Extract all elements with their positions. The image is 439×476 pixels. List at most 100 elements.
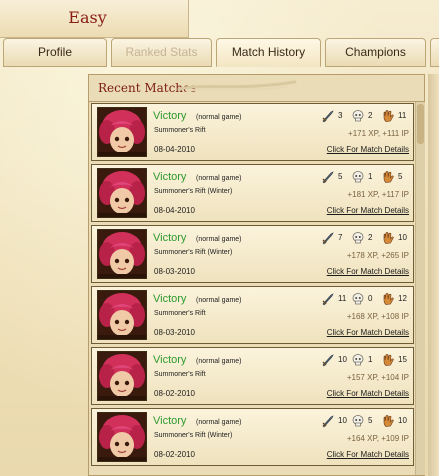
hand-icon (383, 293, 394, 305)
sword-icon (322, 232, 334, 245)
champion-portrait (97, 168, 147, 218)
match-details-link[interactable]: Click For Match Details (327, 450, 409, 459)
match-row: Victory (normal game) Summoner's Rift 08… (91, 286, 414, 344)
assists-stat: 10 (381, 414, 409, 428)
profile-tabs: Profile Ranked Stats Match History Champ… (0, 37, 439, 69)
deaths-stat: 2 (351, 109, 379, 123)
sword-icon (322, 354, 334, 367)
tab-profile[interactable]: Profile (3, 38, 107, 67)
match-details-link[interactable]: Click For Match Details (327, 389, 409, 398)
match-reward: +171 XP, +111 IP (348, 129, 409, 138)
kills-count: 7 (338, 233, 343, 242)
match-reward: +168 XP, +108 IP (346, 312, 409, 321)
match-row: Victory (normal game) Summoner's Rift (W… (91, 164, 414, 222)
match-map: Summoner's Rift (Winter) (154, 188, 233, 195)
match-result: Victory (153, 354, 187, 366)
match-details-link[interactable]: Click For Match Details (327, 328, 409, 337)
match-date: 08-03-2010 (154, 267, 195, 276)
skull-icon (352, 110, 364, 122)
match-stats: 11 0 12 (321, 292, 409, 306)
match-date: 08-04-2010 (154, 145, 195, 154)
assists-count: 11 (398, 111, 407, 120)
skull-icon (352, 232, 364, 244)
deaths-stat: 1 (351, 170, 379, 184)
tab-ranked-stats[interactable]: Ranked Stats (111, 38, 212, 67)
match-date: 08-03-2010 (154, 328, 195, 337)
swoosh-ornament-icon (177, 80, 297, 92)
deaths-stat: 5 (351, 414, 379, 428)
match-map: Summoner's Rift (154, 371, 206, 378)
deaths-stat: 1 (351, 353, 379, 367)
match-result: Victory (153, 171, 187, 183)
match-map: Summoner's Rift (Winter) (154, 432, 233, 439)
match-stats: 3 2 11 (321, 109, 409, 123)
kills-count: 5 (338, 172, 343, 181)
scroll-thumb[interactable] (417, 104, 424, 144)
match-mode: (normal game) (196, 114, 242, 121)
skull-icon (352, 293, 364, 305)
hand-icon (383, 232, 394, 244)
deaths-count: 1 (368, 172, 373, 181)
champion-portrait (97, 351, 147, 401)
deaths-stat: 2 (351, 231, 379, 245)
kills-count: 10 (338, 416, 347, 425)
match-map: Summoner's Rift (154, 127, 206, 134)
match-stats: 5 1 5 (321, 170, 409, 184)
hand-icon (383, 354, 394, 366)
match-row: Victory (normal game) Summoner's Rift 08… (91, 347, 414, 405)
sword-icon (322, 293, 334, 306)
match-stats: 10 5 10 (321, 414, 409, 428)
match-reward: +157 XP, +104 IP (346, 373, 409, 382)
match-mode: (normal game) (196, 419, 242, 426)
match-stats: 7 2 10 (321, 231, 409, 245)
deaths-count: 2 (368, 111, 373, 120)
assists-stat: 11 (381, 109, 409, 123)
champion-portrait (97, 229, 147, 279)
deaths-count: 5 (368, 416, 373, 425)
match-date: 08-02-2010 (154, 450, 195, 459)
kills-stat: 5 (321, 170, 349, 184)
kills-stat: 10 (321, 353, 349, 367)
assists-stat: 5 (381, 170, 409, 184)
match-date: 08-02-2010 (154, 389, 195, 398)
match-mode: (normal game) (196, 236, 242, 243)
match-row: Victory (normal game) Summoner's Rift (W… (91, 225, 414, 283)
right-edge (428, 74, 439, 476)
match-result: Victory (153, 110, 187, 122)
champion-portrait (97, 290, 147, 340)
scrollbar[interactable] (415, 102, 425, 475)
kills-count: 11 (338, 294, 347, 303)
skull-icon (352, 171, 364, 183)
champion-portrait (97, 107, 147, 157)
skull-icon (352, 415, 364, 427)
match-reward: +164 XP, +109 IP (346, 434, 409, 443)
panel-header: Recent Matches (89, 75, 424, 102)
assists-stat: 10 (381, 231, 409, 245)
match-details-link[interactable]: Click For Match Details (327, 145, 409, 154)
match-details-link[interactable]: Click For Match Details (327, 267, 409, 276)
title-tab: Easy (0, 0, 189, 38)
tab-champions[interactable]: Champions (325, 38, 426, 67)
kills-stat: 10 (321, 414, 349, 428)
deaths-count: 0 (368, 294, 373, 303)
champion-portrait (97, 412, 147, 462)
tab-match-history[interactable]: Match History (216, 38, 321, 67)
match-stats: 10 1 15 (321, 353, 409, 367)
assists-count: 10 (398, 233, 407, 242)
assists-stat: 15 (381, 353, 409, 367)
kills-stat: 11 (321, 292, 349, 306)
match-mode: (normal game) (196, 297, 242, 304)
match-result: Victory (153, 293, 187, 305)
deaths-stat: 0 (351, 292, 379, 306)
sword-icon (322, 171, 334, 184)
tab-overflow[interactable] (430, 38, 439, 67)
kills-stat: 7 (321, 231, 349, 245)
match-mode: (normal game) (196, 358, 242, 365)
assists-stat: 12 (381, 292, 409, 306)
match-details-link[interactable]: Click For Match Details (327, 206, 409, 215)
match-mode: (normal game) (196, 175, 242, 182)
kills-count: 3 (338, 111, 343, 120)
assists-count: 10 (398, 416, 407, 425)
match-reward: +181 XP, +117 IP (347, 190, 409, 199)
match-row: Victory (normal game) Summoner's Rift (W… (91, 408, 414, 466)
